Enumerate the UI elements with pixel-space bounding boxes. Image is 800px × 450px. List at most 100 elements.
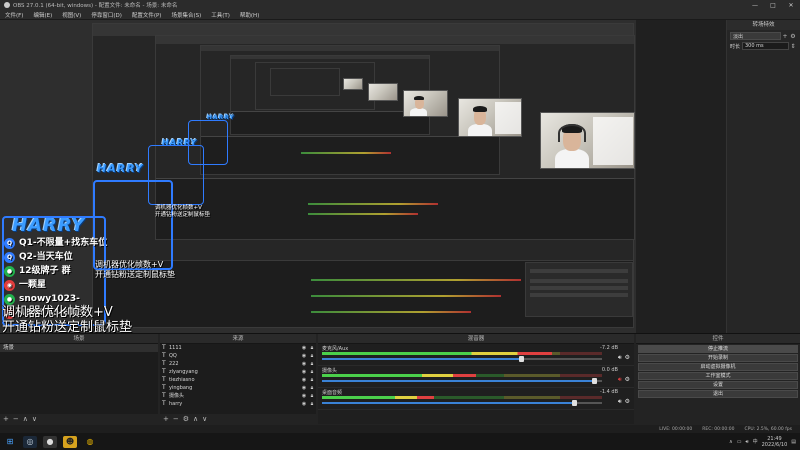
- lock-icon[interactable]: 🔒︎: [308, 400, 316, 408]
- minimize-button[interactable]: —: [746, 2, 764, 9]
- menu-scene-collection[interactable]: 场景集合(S): [166, 11, 206, 19]
- overlay-nested: HARRY: [97, 162, 144, 175]
- duration-label: 时长: [730, 43, 741, 50]
- add-scene-button[interactable]: +: [3, 415, 9, 423]
- settings-button[interactable]: 设置: [638, 381, 798, 389]
- volume-meter: [322, 352, 602, 355]
- lock-icon[interactable]: 🔒︎: [308, 392, 316, 400]
- volume-slider[interactable]: [322, 356, 602, 362]
- transition-select[interactable]: 淡出: [730, 32, 781, 40]
- eye-icon[interactable]: ◉: [300, 376, 308, 384]
- duration-input[interactable]: 300 ms: [742, 42, 789, 50]
- channel-db: -1.4 dB: [600, 389, 618, 395]
- move-scene-down-button[interactable]: ∨: [32, 415, 37, 423]
- game-icon[interactable]: ☻: [63, 435, 77, 448]
- gear-icon[interactable]: ⚙: [625, 376, 630, 384]
- webcam-feed-nested: [540, 112, 635, 169]
- menu-bar: 文件(F) 编辑(E) 视图(V) 停靠窗口(D) 配置文件(P) 场景集合(S…: [0, 10, 800, 20]
- menu-profile[interactable]: 配置文件(P): [127, 11, 167, 19]
- source-item[interactable]: T tiezhiasno ◉ 🔒︎: [160, 376, 316, 384]
- speaker-icon[interactable]: 🔊︎: [618, 376, 622, 384]
- eye-icon[interactable]: ◉: [300, 352, 308, 360]
- source-item[interactable]: T 摄像头 ◉ 🔒︎: [160, 392, 316, 400]
- network-icon[interactable]: ▭: [737, 439, 742, 445]
- source-item[interactable]: T 222 ◉ 🔒︎: [160, 360, 316, 368]
- lock-icon[interactable]: 🔒︎: [308, 376, 316, 384]
- lock-icon[interactable]: 🔒︎: [308, 344, 316, 352]
- text-source-icon: T: [162, 344, 166, 351]
- rec-status: REC: 00:00:00: [702, 426, 735, 432]
- move-source-up-button[interactable]: ∧: [193, 415, 198, 423]
- lock-icon[interactable]: 🔒︎: [308, 384, 316, 392]
- volume-icon[interactable]: 🔊︎: [745, 439, 748, 445]
- menu-edit[interactable]: 编辑(E): [28, 11, 57, 19]
- steam-icon[interactable]: ◎: [23, 435, 37, 448]
- notification-icon[interactable]: ▤: [791, 439, 796, 445]
- remove-source-button[interactable]: −: [173, 415, 179, 423]
- volume-meter: [322, 396, 602, 399]
- transitions-panel: 转场特效 淡出 + ⚙ 时长 300 ms ⇕: [726, 20, 800, 333]
- text-source-icon: T: [162, 352, 166, 359]
- preview-canvas[interactable]: HARRY HARRY HARRY HARRY Q Q1-不限量+找东车位 Q …: [0, 20, 636, 333]
- start-virtual-camera-button[interactable]: 启动虚拟摄像机: [638, 363, 798, 371]
- speaker-icon[interactable]: 🔊︎: [618, 398, 622, 406]
- menu-docks[interactable]: 停靠窗口(D): [86, 11, 127, 19]
- studio-mode-button[interactable]: 工作室模式: [638, 372, 798, 380]
- eye-icon[interactable]: ◉: [300, 392, 308, 400]
- bottom-docks: 场景 场景 + − ∧ ∨ 来源 T 1111 ◉ 🔒︎ T QQ ◉ 🔒︎ T 2…: [0, 333, 800, 425]
- cpu-status: CPU: 2.5%, 60.00 fps: [744, 426, 793, 432]
- add-transition-icon[interactable]: +: [781, 33, 789, 40]
- maximize-button[interactable]: □: [764, 2, 782, 9]
- promo-nested: 调机器优化帧数+V 开通钻粉送定制鼠标垫: [95, 260, 175, 279]
- obs-taskbar-icon[interactable]: ●: [43, 435, 57, 448]
- exit-button[interactable]: 退出: [638, 390, 798, 398]
- menu-view[interactable]: 视图(V): [57, 11, 86, 19]
- chrome-icon[interactable]: ◍: [83, 436, 97, 448]
- close-button[interactable]: ✕: [782, 2, 800, 9]
- scenes-header: 场景: [0, 334, 158, 344]
- text-source-icon: T: [162, 376, 166, 383]
- eye-icon[interactable]: ◉: [300, 360, 308, 368]
- controls-panel: 停止推流 开始录制 启动虚拟摄像机 工作室模式 设置 退出: [636, 344, 800, 424]
- source-item[interactable]: T harry ◉ 🔒︎: [160, 400, 316, 408]
- source-item[interactable]: T zlyangyang ◉ 🔒︎: [160, 368, 316, 376]
- eye-icon[interactable]: ◉: [300, 384, 308, 392]
- menu-tools[interactable]: 工具(T): [206, 11, 235, 19]
- window-title: OBS 27.0.1 (64-bit, windows) - 配置文件: 未命名…: [13, 3, 178, 9]
- speaker-icon[interactable]: 🔊︎: [618, 354, 622, 362]
- title-bar: OBS 27.0.1 (64-bit, windows) - 配置文件: 未命名…: [0, 0, 800, 10]
- clock[interactable]: 21:49 2022/6/10: [762, 436, 788, 448]
- gear-icon[interactable]: ⚙: [625, 398, 630, 406]
- spin-arrows-icon[interactable]: ⇕: [789, 43, 797, 50]
- eye-icon[interactable]: ◉: [300, 368, 308, 376]
- source-item[interactable]: T 1111 ◉ 🔒︎: [160, 344, 316, 352]
- gear-icon[interactable]: ⚙: [789, 33, 797, 40]
- scene-item[interactable]: 场景: [0, 344, 158, 352]
- gear-icon[interactable]: ⚙: [625, 354, 630, 362]
- volume-meter: [322, 374, 602, 377]
- windows-start-icon[interactable]: ⊞: [3, 436, 17, 448]
- volume-slider[interactable]: [322, 378, 602, 384]
- lock-icon[interactable]: 🔒︎: [308, 352, 316, 360]
- input-language[interactable]: 中: [753, 438, 758, 445]
- source-item[interactable]: T yingbang ◉ 🔒︎: [160, 384, 316, 392]
- eye-icon[interactable]: ◉: [300, 400, 308, 408]
- lock-icon[interactable]: 🔒︎: [308, 360, 316, 368]
- menu-help[interactable]: 帮助(H): [235, 11, 264, 19]
- volume-slider[interactable]: [322, 400, 602, 406]
- nested-obs-controls: [525, 262, 633, 317]
- add-source-button[interactable]: +: [163, 415, 169, 423]
- mixer-header: 混音器: [318, 334, 634, 344]
- start-recording-button[interactable]: 开始录制: [638, 354, 798, 362]
- source-settings-icon[interactable]: ⚙: [183, 415, 189, 423]
- menu-file[interactable]: 文件(F): [0, 11, 28, 19]
- move-scene-up-button[interactable]: ∧: [23, 415, 28, 423]
- lock-icon[interactable]: 🔒︎: [308, 368, 316, 376]
- move-source-down-button[interactable]: ∨: [202, 415, 207, 423]
- tray-up-icon[interactable]: ∧: [729, 439, 733, 445]
- channel-name: 摄像头: [322, 368, 338, 374]
- remove-scene-button[interactable]: −: [13, 415, 19, 423]
- eye-icon[interactable]: ◉: [300, 344, 308, 352]
- source-item[interactable]: T QQ ◉ 🔒︎: [160, 352, 316, 360]
- stop-streaming-button[interactable]: 停止推流: [638, 345, 798, 353]
